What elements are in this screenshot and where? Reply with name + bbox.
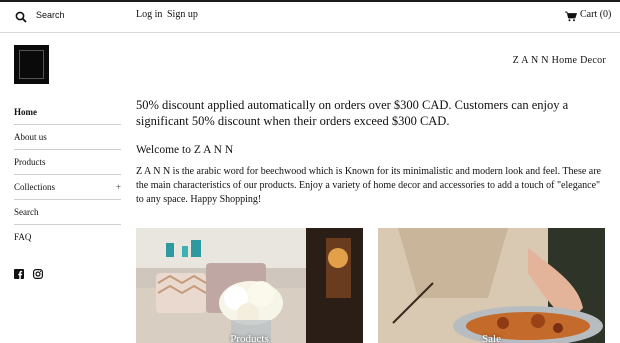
sidebar-item-products[interactable]: Products [14,150,121,175]
sidebar-item-search[interactable]: Search [14,200,121,225]
promo-text: 50% discount applied automatically on or… [136,98,569,128]
collection-card-products[interactable]: Products [136,228,363,343]
site-logo[interactable] [14,45,49,84]
sidebar-item-faq[interactable]: FAQ [14,225,121,250]
sidebar-item-about-us[interactable]: About us [14,125,121,150]
cart-link[interactable]: Cart (0) [580,9,611,20]
sidebar-item-label: Collections [14,182,55,192]
social-links [14,266,48,284]
signup-link[interactable]: Sign up [167,9,198,20]
sidebar-item-label: Home [14,107,37,117]
card-label-sale: Sale [482,333,501,343]
collection-card-sale[interactable]: Sale [378,228,605,343]
sidebar-item-label: Products [14,157,46,167]
login-link[interactable]: Log in [136,9,162,20]
search-input[interactable]: Search [36,10,65,20]
sidebar-item-label: About us [14,132,47,142]
cart-icon[interactable] [565,11,577,22]
header-bar: Search Log in Sign up Cart (0) [0,2,620,33]
brand-title[interactable]: Z A N N Home Decor [513,55,606,66]
sidebar-item-label: Search [14,207,39,217]
sidebar-item-label: FAQ [14,232,32,242]
products-image [136,228,363,343]
instagram-icon[interactable] [33,266,44,280]
card-label-products: Products [230,333,269,343]
sidebar-nav: Home About us Products Collections + Sear… [14,100,121,250]
sale-image [378,228,605,343]
welcome-body: Z A N N is the arabic word for beechwood… [136,166,601,205]
main-content: 50% discount applied automatically on or… [136,97,606,207]
search-icon[interactable] [15,11,27,23]
sidebar-item-collections[interactable]: Collections + [14,175,121,200]
welcome-heading: Welcome to Z A N N [136,144,234,156]
facebook-icon[interactable] [14,266,24,279]
expand-icon[interactable]: + [116,182,121,192]
sidebar-item-home[interactable]: Home [14,100,121,125]
